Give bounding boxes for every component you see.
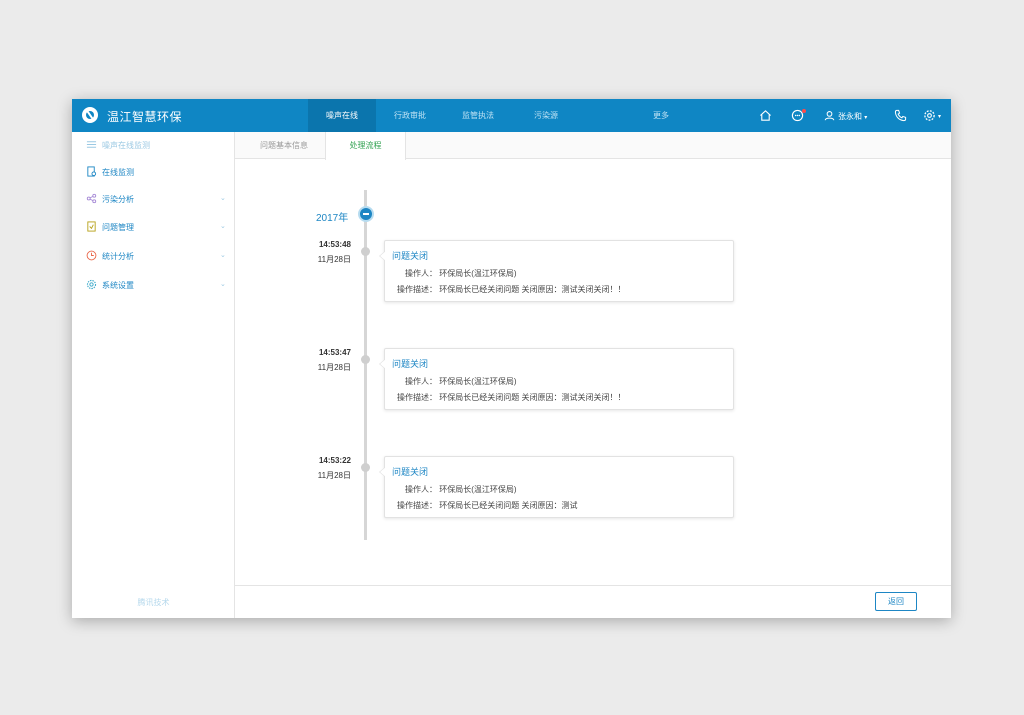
timeline-card: 问题关闭 操作人： 环保局长(温江环保局) 操作描述： 环保局长已经关闭问题 关… bbox=[379, 348, 734, 410]
gear-icon bbox=[86, 279, 97, 290]
timeline-card: 问题关闭 操作人： 环保局长(温江环保局) 操作描述： 环保局长已经关闭问题 关… bbox=[379, 240, 734, 302]
entry-title: 问题关闭 bbox=[392, 359, 429, 369]
home-icon[interactable] bbox=[759, 109, 772, 122]
nav-tab-pollution-source[interactable]: 污染源 bbox=[512, 99, 580, 132]
document-icon bbox=[86, 221, 97, 232]
tab-issue-info[interactable]: 问题基本信息 bbox=[243, 132, 325, 159]
nav-tab-supervision[interactable]: 监管执法 bbox=[444, 99, 512, 132]
entry-time: 14:53:22 bbox=[318, 456, 351, 465]
operator-value: 环保局长(温江环保局) bbox=[439, 377, 517, 386]
sidebar-item-statistics[interactable]: 统计分析 ⌄ bbox=[72, 247, 235, 265]
phone-icon[interactable] bbox=[894, 109, 907, 122]
entry-time: 14:53:47 bbox=[318, 348, 351, 357]
sidebar-item-label: 系统设置 bbox=[102, 281, 134, 290]
operator-label: 操作人： bbox=[405, 377, 437, 386]
entry-date: 11月28日 bbox=[317, 255, 351, 264]
sidebar-footer: 腾讯技术 bbox=[137, 598, 170, 607]
sidebar: 噪声在线监测 在线监测 污染分析 ⌄ 问题管理 ⌄ 统计分析 ⌄ 系统设置 ⌄ … bbox=[72, 132, 235, 618]
timeline-dot bbox=[361, 247, 370, 256]
nav-tab-admin-approval[interactable]: 行政审批 bbox=[376, 99, 444, 132]
nav-tab-noise-online[interactable]: 噪声在线 bbox=[308, 99, 376, 132]
entry-time: 14:53:48 bbox=[318, 240, 351, 249]
logo-icon bbox=[82, 107, 98, 123]
chevron-down-icon: ⌄ bbox=[220, 195, 226, 202]
sidebar-item-issue-management[interactable]: 问题管理 ⌄ bbox=[72, 218, 235, 236]
monitor-icon bbox=[86, 166, 97, 177]
back-button[interactable]: 返回 bbox=[875, 592, 917, 611]
sidebar-header[interactable]: 噪声在线监测 bbox=[72, 136, 235, 154]
timeline-card: 问题关闭 操作人： 环保局长(温江环保局) 操作描述： 环保局长已经关闭问题 关… bbox=[379, 456, 734, 518]
entry-desc-row: 操作描述： 环保局长已经关闭问题 关闭原因：测试关闭关闭！！ bbox=[392, 392, 625, 403]
entry-date: 11月28日 bbox=[317, 471, 351, 480]
entry-operator-row: 操作人： 环保局长(温江环保局) bbox=[392, 268, 517, 279]
sidebar-item-system-settings[interactable]: 系统设置 ⌄ bbox=[72, 276, 235, 294]
timeline-line bbox=[364, 190, 367, 540]
app-title: 温江智慧环保 bbox=[107, 110, 183, 124]
nav-tab-more[interactable]: 更多 bbox=[627, 99, 695, 132]
settings-icon[interactable] bbox=[923, 109, 936, 122]
menu-icon[interactable] bbox=[86, 139, 97, 150]
sidebar-item-online-monitor[interactable]: 在线监测 bbox=[72, 163, 235, 181]
settings-caret[interactable]: ▾ bbox=[938, 111, 941, 120]
operator-value: 环保局长(温江环保局) bbox=[439, 485, 517, 494]
sidebar-item-label: 在线监测 bbox=[102, 168, 134, 177]
sidebar-item-pollution-analysis[interactable]: 污染分析 ⌄ bbox=[72, 190, 235, 208]
entry-desc-row: 操作描述： 环保局长已经关闭问题 关闭原因：测试关闭关闭！！ bbox=[392, 284, 625, 295]
user-icon[interactable] bbox=[824, 110, 835, 121]
share-icon bbox=[86, 193, 97, 204]
desc-label: 操作描述： bbox=[397, 501, 437, 510]
chevron-down-icon: ⌄ bbox=[220, 223, 226, 230]
content-footer: 返回 bbox=[235, 585, 951, 618]
tab-process-flow[interactable]: 处理流程 bbox=[325, 132, 406, 160]
entry-operator-row: 操作人： 环保局长(温江环保局) bbox=[392, 376, 517, 387]
chevron-down-icon: ▾ bbox=[938, 114, 942, 120]
user-name: 张永和 bbox=[838, 112, 862, 121]
clock-icon bbox=[86, 250, 97, 261]
entry-title: 问题关闭 bbox=[392, 467, 429, 477]
content-tabbar: 问题基本信息 处理流程 bbox=[235, 132, 951, 160]
timeline-dot bbox=[361, 463, 370, 472]
desc-value: 环保局长已经关闭问题 关闭原因：测试关闭关闭！！ bbox=[439, 285, 626, 294]
app-window: 温江智慧环保 噪声在线 行政审批 监管执法 污染源 更多 张永和 ▾ ▾ 噪声在… bbox=[72, 99, 951, 618]
entry-operator-row: 操作人： 环保局长(温江环保局) bbox=[392, 484, 517, 495]
operator-value: 环保局长(温江环保局) bbox=[439, 269, 517, 278]
sidebar-item-label: 问题管理 bbox=[102, 223, 134, 232]
timeline-year: 2017年 bbox=[316, 213, 349, 224]
chevron-down-icon: ▾ bbox=[864, 115, 868, 121]
entry-title: 问题关闭 bbox=[392, 251, 429, 261]
operator-label: 操作人： bbox=[405, 485, 437, 494]
entry-desc-row: 操作描述： 环保局长已经关闭问题 关闭原因：测试 bbox=[392, 500, 577, 511]
sidebar-item-label: 统计分析 bbox=[102, 252, 134, 261]
sidebar-header-label: 噪声在线监测 bbox=[102, 141, 150, 150]
chevron-down-icon: ⌄ bbox=[220, 252, 226, 259]
desc-value: 环保局长已经关闭问题 关闭原因：测试关闭关闭！！ bbox=[439, 393, 626, 402]
user-menu[interactable]: 张永和 ▾ bbox=[838, 111, 867, 122]
operator-label: 操作人： bbox=[405, 269, 437, 278]
notification-dot bbox=[802, 109, 806, 113]
desc-label: 操作描述： bbox=[397, 393, 437, 402]
desc-label: 操作描述： bbox=[397, 285, 437, 294]
desc-value: 环保局长已经关闭问题 关闭原因：测试 bbox=[439, 501, 578, 510]
entry-date: 11月28日 bbox=[317, 363, 351, 372]
chevron-down-icon: ⌄ bbox=[220, 281, 226, 288]
collapse-year-button[interactable] bbox=[358, 206, 374, 222]
top-navbar: 温江智慧环保 噪声在线 行政审批 监管执法 污染源 更多 张永和 ▾ ▾ bbox=[72, 99, 951, 132]
timeline-dot bbox=[361, 355, 370, 364]
sidebar-item-label: 污染分析 bbox=[102, 195, 134, 204]
